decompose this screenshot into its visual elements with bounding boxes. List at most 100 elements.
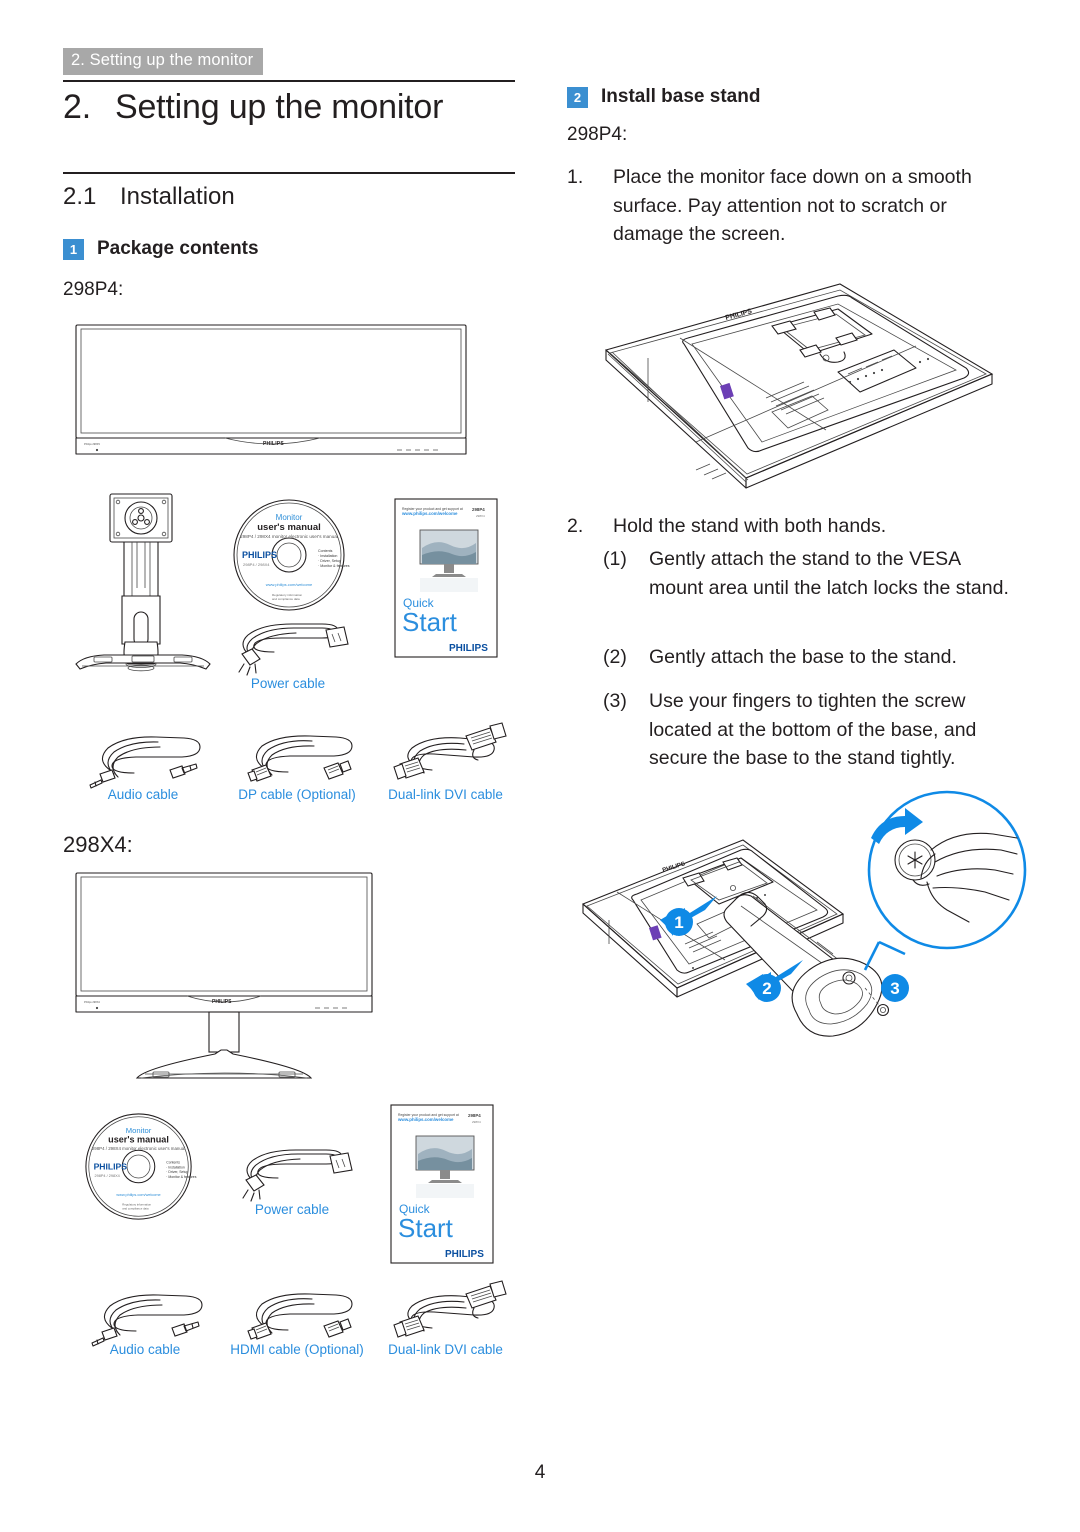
svg-text:www.philips.com/welcome: www.philips.com/welcome [401,511,458,516]
user-manual-cd-298x4: Monitor user's manual 298P4 / 298X4 moni… [84,1112,197,1222]
svg-text:298P4 / 298X4 monitor electron: 298P4 / 298X4 monitor electronic user's … [240,534,338,539]
step-2: 2. Hold the stand with both hands. [567,512,1017,541]
svg-text:Philips 298X4: Philips 298X4 [84,1000,100,1004]
manual-page: 2. Setting up the monitor 2. Setting up t… [0,0,1080,1532]
section-title-text: Installation [120,183,235,210]
svg-text:www.philips.com/welcome: www.philips.com/welcome [397,1117,454,1122]
caption-dvi-cable-298p4: Dual-link DVI cable [388,787,503,802]
svg-text:Contents: Contents [318,549,333,553]
svg-text:PHILIPS: PHILIPS [94,1161,128,1171]
svg-text:and compliance data: and compliance data [272,597,300,601]
monitor-face-down-illustration: PHILIPS [576,282,1006,497]
svg-text:298P4 / 298X4: 298P4 / 298X4 [95,1174,121,1178]
svg-text:Start: Start [398,1213,454,1243]
cd-title-line1: Monitor [276,513,303,522]
section-title: 2.1 Installation [63,183,235,211]
svg-text:Contents: Contents [166,1161,180,1165]
substep-3-text: Use your fingers to tighten the screw lo… [649,690,977,769]
svg-text:www.philips.com/welcome: www.philips.com/welcome [116,1193,160,1197]
callout-3-label: 3 [890,979,899,998]
caption-power-cable-298x4: Power cable [254,1202,330,1217]
badge-number-1: 1 [63,238,84,260]
step-2-text: Hold the stand with both hands. [613,515,887,537]
svg-text:298P4 / 298X4: 298P4 / 298X4 [243,562,270,567]
power-cable-298p4-illustration [222,614,354,676]
model-label-298x4: 298X4: [63,832,133,857]
running-header: 2. Setting up the monitor [63,48,264,75]
model-label-298p4: 298P4: [63,279,124,300]
power-cable-298x4-illustration [226,1140,358,1202]
rotate-arrow-icon [871,808,923,844]
caption-audio-cable-298x4: Audio cable [109,1342,181,1357]
cd-brand-mark: PHILIPS [242,550,277,560]
svg-text:298P4: 298P4 [472,507,485,512]
svg-text:· Monitor & features: · Monitor & features [318,564,350,568]
quick-start-booklet-298p4: Register your product and get support at… [394,498,498,658]
substep-3: (3) Use your fingers to tighten the scre… [603,687,1018,773]
page-number: 4 [534,1462,546,1483]
monitor-base-illustration [74,652,212,676]
caption-audio-cable-298p4: Audio cable [107,787,179,802]
callout-1-label: 1 [674,913,683,932]
caption-dp-cable-298p4: DP cable (Optional) [238,787,356,802]
install-base-stand-label: Install base stand [601,86,761,107]
package-contents-label: Package contents [97,238,259,259]
install-base-stand-heading: 2 Install base stand [567,86,760,108]
caption-power-cable-298p4: Power cable [250,676,326,691]
substep-2: (2) Gently attach the base to the stand. [603,643,1018,672]
chapter-title: 2. Setting up the monitor [63,88,443,127]
quick-start-brand-mark: PHILIPS [449,643,488,654]
step-1-text: Place the monitor face down on a smooth … [613,166,972,245]
dvi-cable-298x4-illustration [378,1280,512,1346]
audio-cable-298p4-illustration [78,730,208,789]
svg-text:298P4 / 298X4 monitor electron: 298P4 / 298X4 monitor electronic user's … [92,1146,185,1151]
step-1-marker: 1. [567,166,584,188]
svg-text:298X4: 298X4 [472,1120,481,1124]
magnifier-circle [867,790,1027,950]
dp-cable-298p4-illustration [232,730,362,788]
package-contents-heading: 1 Package contents [63,238,259,260]
audio-cable-298x4-illustration [80,1288,210,1347]
cd-title-line2: user's manual [257,522,321,533]
svg-text:· Driver, Setup: · Driver, Setup [166,1170,188,1174]
monitor-front-298p4-illustration: PHILIPS Philips 298P4 [75,324,470,464]
badge-number-2: 2 [567,86,588,108]
rule-above-section [63,172,515,175]
monitor-stand-illustration [80,492,205,677]
svg-text:www.philips.com/welcome: www.philips.com/welcome [266,582,313,587]
substep-2-marker: (2) [603,646,627,668]
substep-1-text: Gently attach the stand to the VESA moun… [649,548,1009,599]
section-number: 2.1 [63,183,97,210]
svg-text:· Installation: · Installation [166,1165,185,1169]
base-stand-assembly-illustration: PHILIPS 1 2 3 [565,790,1027,1092]
svg-text:· Driver, Setup: · Driver, Setup [318,559,341,563]
step-1: 1. Place the monitor face down on a smoo… [567,163,1017,249]
svg-text:298X4: 298X4 [476,514,485,518]
monitor-front-298x4-illustration: PHILIPS Philips 298X4 [75,872,375,1082]
svg-text:· Installation: · Installation [318,554,337,558]
caption-hdmi-cable-298x4: HDMI cable (Optional) [230,1342,364,1357]
hdmi-cable-298x4-illustration [232,1288,362,1346]
dvi-cable-298p4-illustration [378,722,512,788]
chapter-title-text: Setting up the monitor [115,88,444,126]
user-manual-cd-298p4: Monitor user's manual 298P4 / 298X4 moni… [232,498,350,613]
quick-start-word-start: Start [402,607,458,637]
chapter-number: 2. [63,88,91,126]
svg-text:298P4: 298P4 [468,1113,481,1118]
svg-text:· Monitor & features: · Monitor & features [166,1175,196,1179]
substep-3-marker: (3) [603,690,627,712]
svg-text:user's manual: user's manual [108,1135,169,1145]
quick-start-booklet-298x4: Register your product and get support at… [390,1104,494,1264]
step-2-marker: 2. [567,515,584,537]
monitor-brand-mark-298x4: PHILIPS [212,999,232,1005]
caption-dvi-cable-298x4: Dual-link DVI cable [388,1342,503,1357]
svg-text:PHILIPS: PHILIPS [445,1249,484,1260]
svg-text:Philips 298P4: Philips 298P4 [84,442,100,446]
substep-1-marker: (1) [603,548,627,570]
callout-2-label: 2 [762,979,771,998]
monitor-brand-mark-298p4: PHILIPS [263,441,284,447]
right-model-label-298p4: 298P4: [567,124,628,145]
rule-under-header [63,80,515,83]
substep-1: (1) Gently attach the stand to the VESA … [603,545,1018,602]
substep-2-text: Gently attach the base to the stand. [649,646,957,668]
